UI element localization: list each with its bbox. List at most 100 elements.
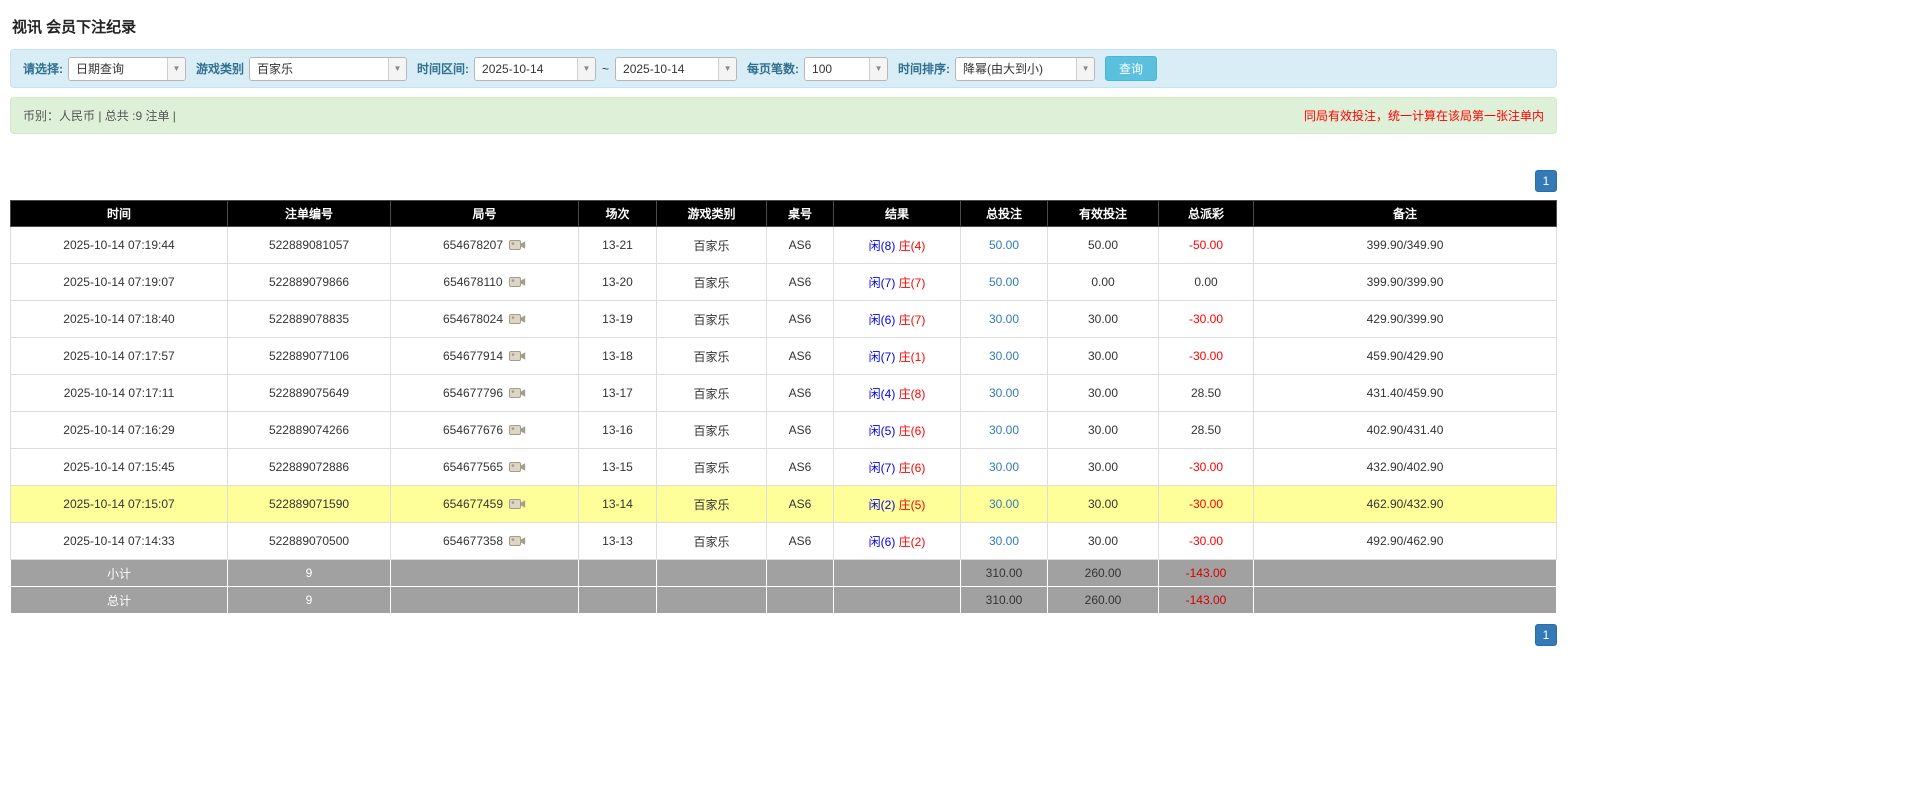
player-result: 闲(6)	[869, 313, 896, 327]
page-size-value[interactable]	[805, 58, 869, 80]
sort-order-select[interactable]: ▼	[955, 57, 1095, 81]
result-cell: 闲(4) 庄(8)	[834, 375, 961, 412]
page-1-button[interactable]: 1	[1535, 624, 1557, 646]
chevron-down-icon[interactable]: ▼	[388, 58, 406, 80]
payout-cell: -30.00	[1159, 486, 1254, 523]
banker-result: 庄(6)	[899, 424, 926, 438]
game-type-cell: 百家乐	[657, 301, 767, 338]
total-bet-link[interactable]: 30.00	[989, 460, 1019, 474]
session-cell: 13-15	[579, 449, 657, 486]
valid-bet-cell: 30.00	[1048, 486, 1159, 523]
total-bet-cell: 30.00	[961, 338, 1048, 375]
page-size-select[interactable]: ▼	[804, 57, 888, 81]
note-cell: 459.90/429.90	[1254, 338, 1557, 375]
game-type-value[interactable]	[250, 58, 388, 80]
round-id-cell: 654677459	[391, 486, 579, 523]
session-cell: 13-17	[579, 375, 657, 412]
note-cell: 432.90/402.90	[1254, 449, 1557, 486]
chevron-down-icon[interactable]: ▼	[577, 58, 595, 80]
note-cell: 431.40/459.90	[1254, 375, 1557, 412]
result-cell: 闲(7) 庄(6)	[834, 449, 961, 486]
chevron-down-icon[interactable]: ▼	[718, 58, 736, 80]
footer-count-cell: 9	[228, 560, 391, 587]
total-bet-link[interactable]: 30.00	[989, 386, 1019, 400]
video-replay-icon[interactable]	[509, 386, 526, 400]
page-1-button[interactable]: 1	[1535, 170, 1557, 192]
query-type-select[interactable]: ▼	[68, 57, 186, 81]
game-type-select[interactable]: ▼	[249, 57, 407, 81]
total-bet-link[interactable]: 30.00	[989, 534, 1019, 548]
round-number: 654677914	[443, 349, 503, 363]
time-cell: 2025-10-14 07:17:57	[11, 338, 228, 375]
banker-result: 庄(8)	[899, 387, 926, 401]
game-type-cell: 百家乐	[657, 523, 767, 560]
total-bet-link[interactable]: 50.00	[989, 275, 1019, 289]
round-number: 654678024	[443, 312, 503, 326]
total-bet-link[interactable]: 30.00	[989, 497, 1019, 511]
chevron-down-icon[interactable]: ▼	[869, 58, 887, 80]
table-row: 2025-10-14 07:18:40522889078835654678024…	[11, 301, 1557, 338]
time-cell: 2025-10-14 07:14:33	[11, 523, 228, 560]
valid-bet-cell: 30.00	[1048, 523, 1159, 560]
note-cell: 429.90/399.90	[1254, 301, 1557, 338]
page-container: 视讯 会员下注纪录 请选择: ▼ 游戏类别 ▼ 时间区间: ▼ ~ ▼ 每页笔数…	[0, 0, 1557, 660]
time-cell: 2025-10-14 07:16:29	[11, 412, 228, 449]
payout-cell: -30.00	[1159, 338, 1254, 375]
player-result: 闲(4)	[869, 387, 896, 401]
video-replay-icon[interactable]	[509, 312, 526, 326]
result-cell: 闲(7) 庄(7)	[834, 264, 961, 301]
bet-id-cell: 522889075649	[228, 375, 391, 412]
date-range-label: 时间区间:	[417, 60, 469, 77]
total-bet-cell: 30.00	[961, 449, 1048, 486]
search-button[interactable]: 查询	[1105, 56, 1157, 81]
page-title: 视讯 会员下注纪录	[12, 16, 1557, 37]
session-cell: 13-16	[579, 412, 657, 449]
payout-cell: -50.00	[1159, 227, 1254, 264]
total-bet-link[interactable]: 30.00	[989, 312, 1019, 326]
video-replay-icon[interactable]	[509, 423, 526, 437]
video-replay-icon[interactable]	[509, 275, 526, 289]
column-header: 有效投注	[1048, 201, 1159, 227]
date-from-picker[interactable]: ▼	[474, 57, 596, 81]
table-number-cell: AS6	[767, 486, 834, 523]
video-replay-icon[interactable]	[509, 497, 526, 511]
video-replay-icon[interactable]	[509, 534, 526, 548]
sort-order-value[interactable]	[956, 58, 1076, 80]
game-type-cell: 百家乐	[657, 227, 767, 264]
payout-cell: -30.00	[1159, 523, 1254, 560]
total-bet-link[interactable]: 30.00	[989, 349, 1019, 363]
date-from-value[interactable]	[475, 58, 577, 80]
table-number-cell: AS6	[767, 412, 834, 449]
video-replay-icon[interactable]	[509, 349, 526, 363]
bet-id-cell: 522889074266	[228, 412, 391, 449]
page-size-label: 每页笔数:	[747, 60, 799, 77]
total-bet-cell: 50.00	[961, 227, 1048, 264]
video-replay-icon[interactable]	[509, 238, 526, 252]
column-header: 局号	[391, 201, 579, 227]
footer-empty-cell	[391, 560, 579, 587]
footer-payout-cell: -143.00	[1159, 560, 1254, 587]
date-to-picker[interactable]: ▼	[615, 57, 737, 81]
session-cell: 13-20	[579, 264, 657, 301]
table-number-cell: AS6	[767, 375, 834, 412]
date-to-value[interactable]	[616, 58, 718, 80]
footer-empty-cell	[834, 587, 961, 614]
session-cell: 13-21	[579, 227, 657, 264]
valid-bet-cell: 0.00	[1048, 264, 1159, 301]
table-row: 2025-10-14 07:19:07522889079866654678110…	[11, 264, 1557, 301]
chevron-down-icon[interactable]: ▼	[167, 58, 185, 80]
footer-empty-cell	[579, 560, 657, 587]
video-replay-icon[interactable]	[509, 460, 526, 474]
total-bet-cell: 30.00	[961, 301, 1048, 338]
bet-id-cell: 522889070500	[228, 523, 391, 560]
query-type-value[interactable]	[69, 58, 167, 80]
round-number: 654677459	[443, 497, 503, 511]
bet-id-cell: 522889077106	[228, 338, 391, 375]
total-bet-link[interactable]: 50.00	[989, 238, 1019, 252]
round-number: 654677358	[443, 534, 503, 548]
footer-count-cell: 9	[228, 587, 391, 614]
total-bet-link[interactable]: 30.00	[989, 423, 1019, 437]
total-bet-cell: 30.00	[961, 375, 1048, 412]
player-result: 闲(5)	[869, 424, 896, 438]
chevron-down-icon[interactable]: ▼	[1076, 58, 1094, 80]
